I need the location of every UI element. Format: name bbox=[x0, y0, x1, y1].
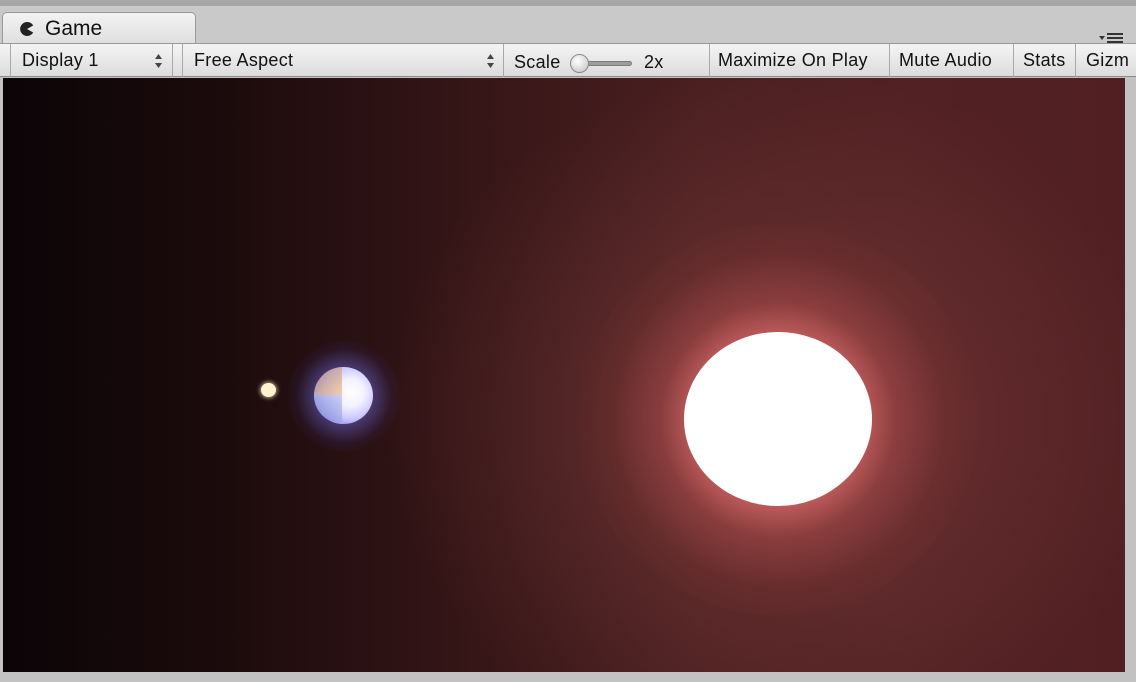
window-bottom-border bbox=[0, 672, 1136, 682]
select-arrows-icon bbox=[487, 54, 494, 68]
toolbar-separator bbox=[709, 44, 710, 77]
toolbar-separator bbox=[172, 44, 173, 77]
tab-bar: Game bbox=[0, 6, 1136, 45]
moon bbox=[261, 383, 276, 397]
scale-slider-thumb[interactable] bbox=[570, 54, 589, 73]
toolbar-separator bbox=[10, 44, 11, 77]
pacman-game-icon bbox=[20, 21, 34, 36]
gizmos-button[interactable]: Gizm bbox=[1086, 50, 1129, 71]
planet-shading bbox=[314, 395, 342, 424]
scale-value: 2x bbox=[644, 52, 664, 72]
select-arrows-icon bbox=[155, 54, 162, 68]
mute-audio-toggle[interactable]: Mute Audio bbox=[899, 50, 992, 71]
dropdown-menu-icon[interactable] bbox=[1098, 27, 1124, 43]
toolbar-separator bbox=[889, 44, 890, 77]
maximize-on-play-toggle[interactable]: Maximize On Play bbox=[718, 50, 868, 71]
tab-game[interactable]: Game bbox=[2, 12, 196, 45]
aspect-select-label: Free Aspect bbox=[194, 50, 294, 70]
scale-label: Scale bbox=[514, 52, 561, 72]
tab-title: Game bbox=[45, 17, 103, 40]
toolbar-separator bbox=[182, 44, 183, 77]
window-right-border bbox=[1125, 78, 1136, 682]
toolbar-separator bbox=[1075, 44, 1076, 77]
toolbar-separator bbox=[1013, 44, 1014, 77]
display-select-label: Display 1 bbox=[22, 50, 99, 70]
sun bbox=[684, 332, 872, 506]
planet-shading bbox=[314, 367, 342, 395]
stats-toggle[interactable]: Stats bbox=[1023, 50, 1066, 71]
game-toolbar: Display 1 Free Aspect Scale 2x Maximize … bbox=[0, 43, 1136, 77]
planet bbox=[314, 367, 373, 424]
toolbar-separator bbox=[503, 44, 504, 77]
game-viewport[interactable] bbox=[3, 78, 1125, 672]
